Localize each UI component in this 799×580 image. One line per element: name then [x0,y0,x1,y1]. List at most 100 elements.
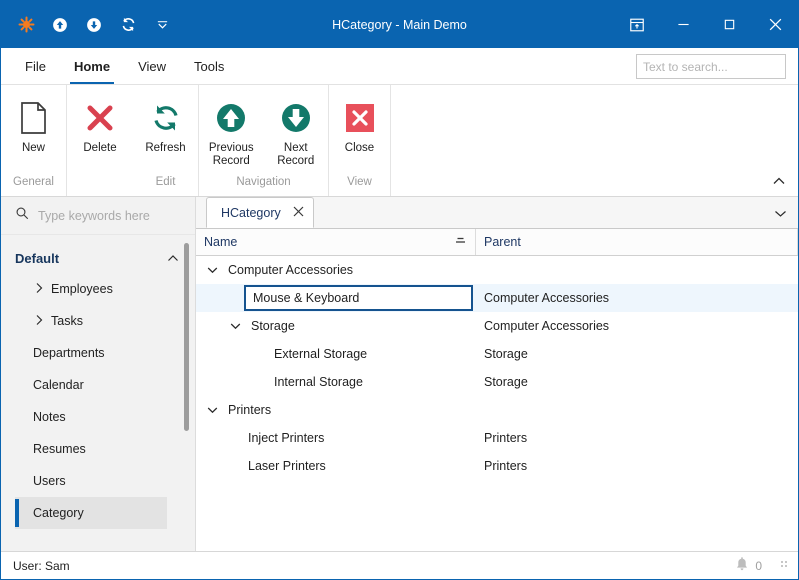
chevron-down-icon[interactable] [227,318,243,334]
name-edit-input[interactable]: Mouse & Keyboard [244,285,473,311]
grid-cell-parent[interactable]: Storage [476,375,798,389]
ribbon-search-box[interactable] [636,54,798,79]
ribbon-display-options-icon[interactable] [614,1,660,48]
status-bar: User: Sam 0 [1,551,798,579]
maximize-button[interactable] [706,1,752,48]
grid-cell-name-text: Storage [251,319,295,333]
quick-access-toolbar [1,14,173,36]
close-record-button[interactable]: Close [329,93,390,155]
grid-cell-name[interactable]: Internal Storage [196,368,476,396]
ribbon-tab-bar: File Home View Tools [1,48,798,85]
sidebar-item-departments[interactable]: Departments [15,337,167,369]
delete-button[interactable]: Delete [67,93,133,155]
grid-cell-parent[interactable]: Printers [476,431,798,445]
column-header-parent-label: Parent [484,235,521,249]
sidebar-item-label: Resumes [33,442,86,456]
previous-record-label-line2: Record [212,155,250,167]
table-row[interactable]: Laser Printers Printers [196,452,798,480]
tab-view[interactable]: View [124,49,180,84]
table-row[interactable]: External Storage Storage [196,340,798,368]
chevron-down-icon[interactable] [151,14,173,36]
sidebar-item-label: Calendar [33,378,84,392]
main-pane: HCategory Name Parent Computer Accessori… [196,197,798,551]
sidebar-item-employees[interactable]: Employees [15,273,167,305]
grid-cell-name[interactable]: Mouse & Keyboard [196,284,476,312]
ribbon-group-view: Close View [329,85,391,196]
resize-grip-icon[interactable] [778,558,790,573]
sidebar-search-input[interactable] [38,208,199,223]
tab-tools[interactable]: Tools [180,49,238,84]
document-tab-label: HCategory [221,205,281,220]
minimize-button[interactable] [660,1,706,48]
sidebar-nav-list: Default Employees Tasks Departments Cale… [1,235,195,551]
next-record-button-label: Next Record [277,142,314,168]
sidebar-item-users[interactable]: Users [15,465,167,497]
sidebar-item-label: Employees [51,282,113,296]
sidebar-item-label: Category [33,506,84,520]
column-header-name[interactable]: Name [196,229,476,255]
column-header-parent[interactable]: Parent [476,229,798,255]
grid-cell-name[interactable]: Storage [196,312,476,340]
ribbon-group-view-label: View [347,176,372,188]
settings-icon[interactable] [15,14,37,36]
refresh-icon[interactable] [117,14,139,36]
content-area: Default Employees Tasks [1,197,798,551]
grid-cell-parent[interactable]: Printers [476,459,798,473]
chevron-down-icon[interactable] [204,402,220,418]
new-button[interactable]: New [1,93,66,155]
refresh-icon [150,97,182,139]
next-record-button[interactable]: Next Record [264,93,329,168]
chevron-down-icon[interactable] [204,262,220,278]
tab-file[interactable]: File [11,49,60,84]
table-row[interactable]: Computer Accessories [196,256,798,284]
notification-count: 0 [755,558,762,573]
filter-icon[interactable] [454,234,467,250]
close-icon[interactable] [293,206,304,219]
table-row[interactable]: Inject Printers Printers [196,424,798,452]
sidebar-item-notes[interactable]: Notes [15,401,167,433]
table-row[interactable]: Printers [196,396,798,424]
tab-home[interactable]: Home [60,49,124,84]
download-icon[interactable] [83,14,105,36]
grid-cell-parent[interactable]: Computer Accessories [476,291,798,305]
previous-record-button[interactable]: Previous Record [199,93,264,168]
chevron-down-icon[interactable] [772,205,788,221]
grid-cell-name[interactable]: Printers [196,396,476,424]
chevron-right-icon[interactable] [35,314,44,329]
application-window: HCategory - Main Demo File Home View Too… [0,0,799,580]
sidebar-item-label: Notes [33,410,66,424]
sidebar-search-box[interactable] [1,197,199,235]
document-tab-hcategory[interactable]: HCategory [206,197,314,228]
table-row[interactable]: Storage Computer Accessories [196,312,798,340]
sidebar-item-tasks[interactable]: Tasks [15,305,167,337]
sidebar-scrollbar-thumb[interactable] [184,243,189,431]
table-row[interactable]: Mouse & Keyboard Computer Accessories [196,284,798,312]
bell-icon[interactable] [735,556,749,575]
grid-cell-parent[interactable]: Storage [476,347,798,361]
grid-cell-name[interactable]: Laser Printers [196,452,476,480]
sidebar-item-resumes[interactable]: Resumes [15,433,167,465]
ribbon-group-general-label: General [13,176,54,188]
ribbon-group-delete: Delete [67,85,133,196]
ribbon-group-navigation: Previous Record Next Record Navigation [199,85,329,196]
arrow-down-circle-icon [280,97,312,139]
sidebar-item-calendar[interactable]: Calendar [15,369,167,401]
chevron-up-icon[interactable] [167,251,179,266]
grid-cell-name-text: Mouse & Keyboard [253,291,360,305]
grid-cell-name[interactable]: Inject Printers [196,424,476,452]
delete-button-label: Delete [83,142,117,154]
data-grid: Name Parent Computer Accessories Mouse &… [196,229,798,551]
table-row[interactable]: Internal Storage Storage [196,368,798,396]
chevron-right-icon[interactable] [35,282,44,297]
sidebar-section-default[interactable]: Default [1,243,195,273]
grid-cell-name[interactable]: External Storage [196,340,476,368]
collapse-ribbon-button[interactable] [770,172,788,190]
close-button[interactable] [752,1,798,48]
grid-cell-parent[interactable]: Computer Accessories [476,319,798,333]
grid-cell-name[interactable]: Computer Accessories [196,256,476,284]
upload-icon[interactable] [49,14,71,36]
refresh-button[interactable]: Refresh [133,93,198,155]
sidebar-item-category[interactable]: Category [15,497,167,529]
grid-cell-name-text: External Storage [274,347,368,361]
search-input[interactable] [643,59,798,74]
